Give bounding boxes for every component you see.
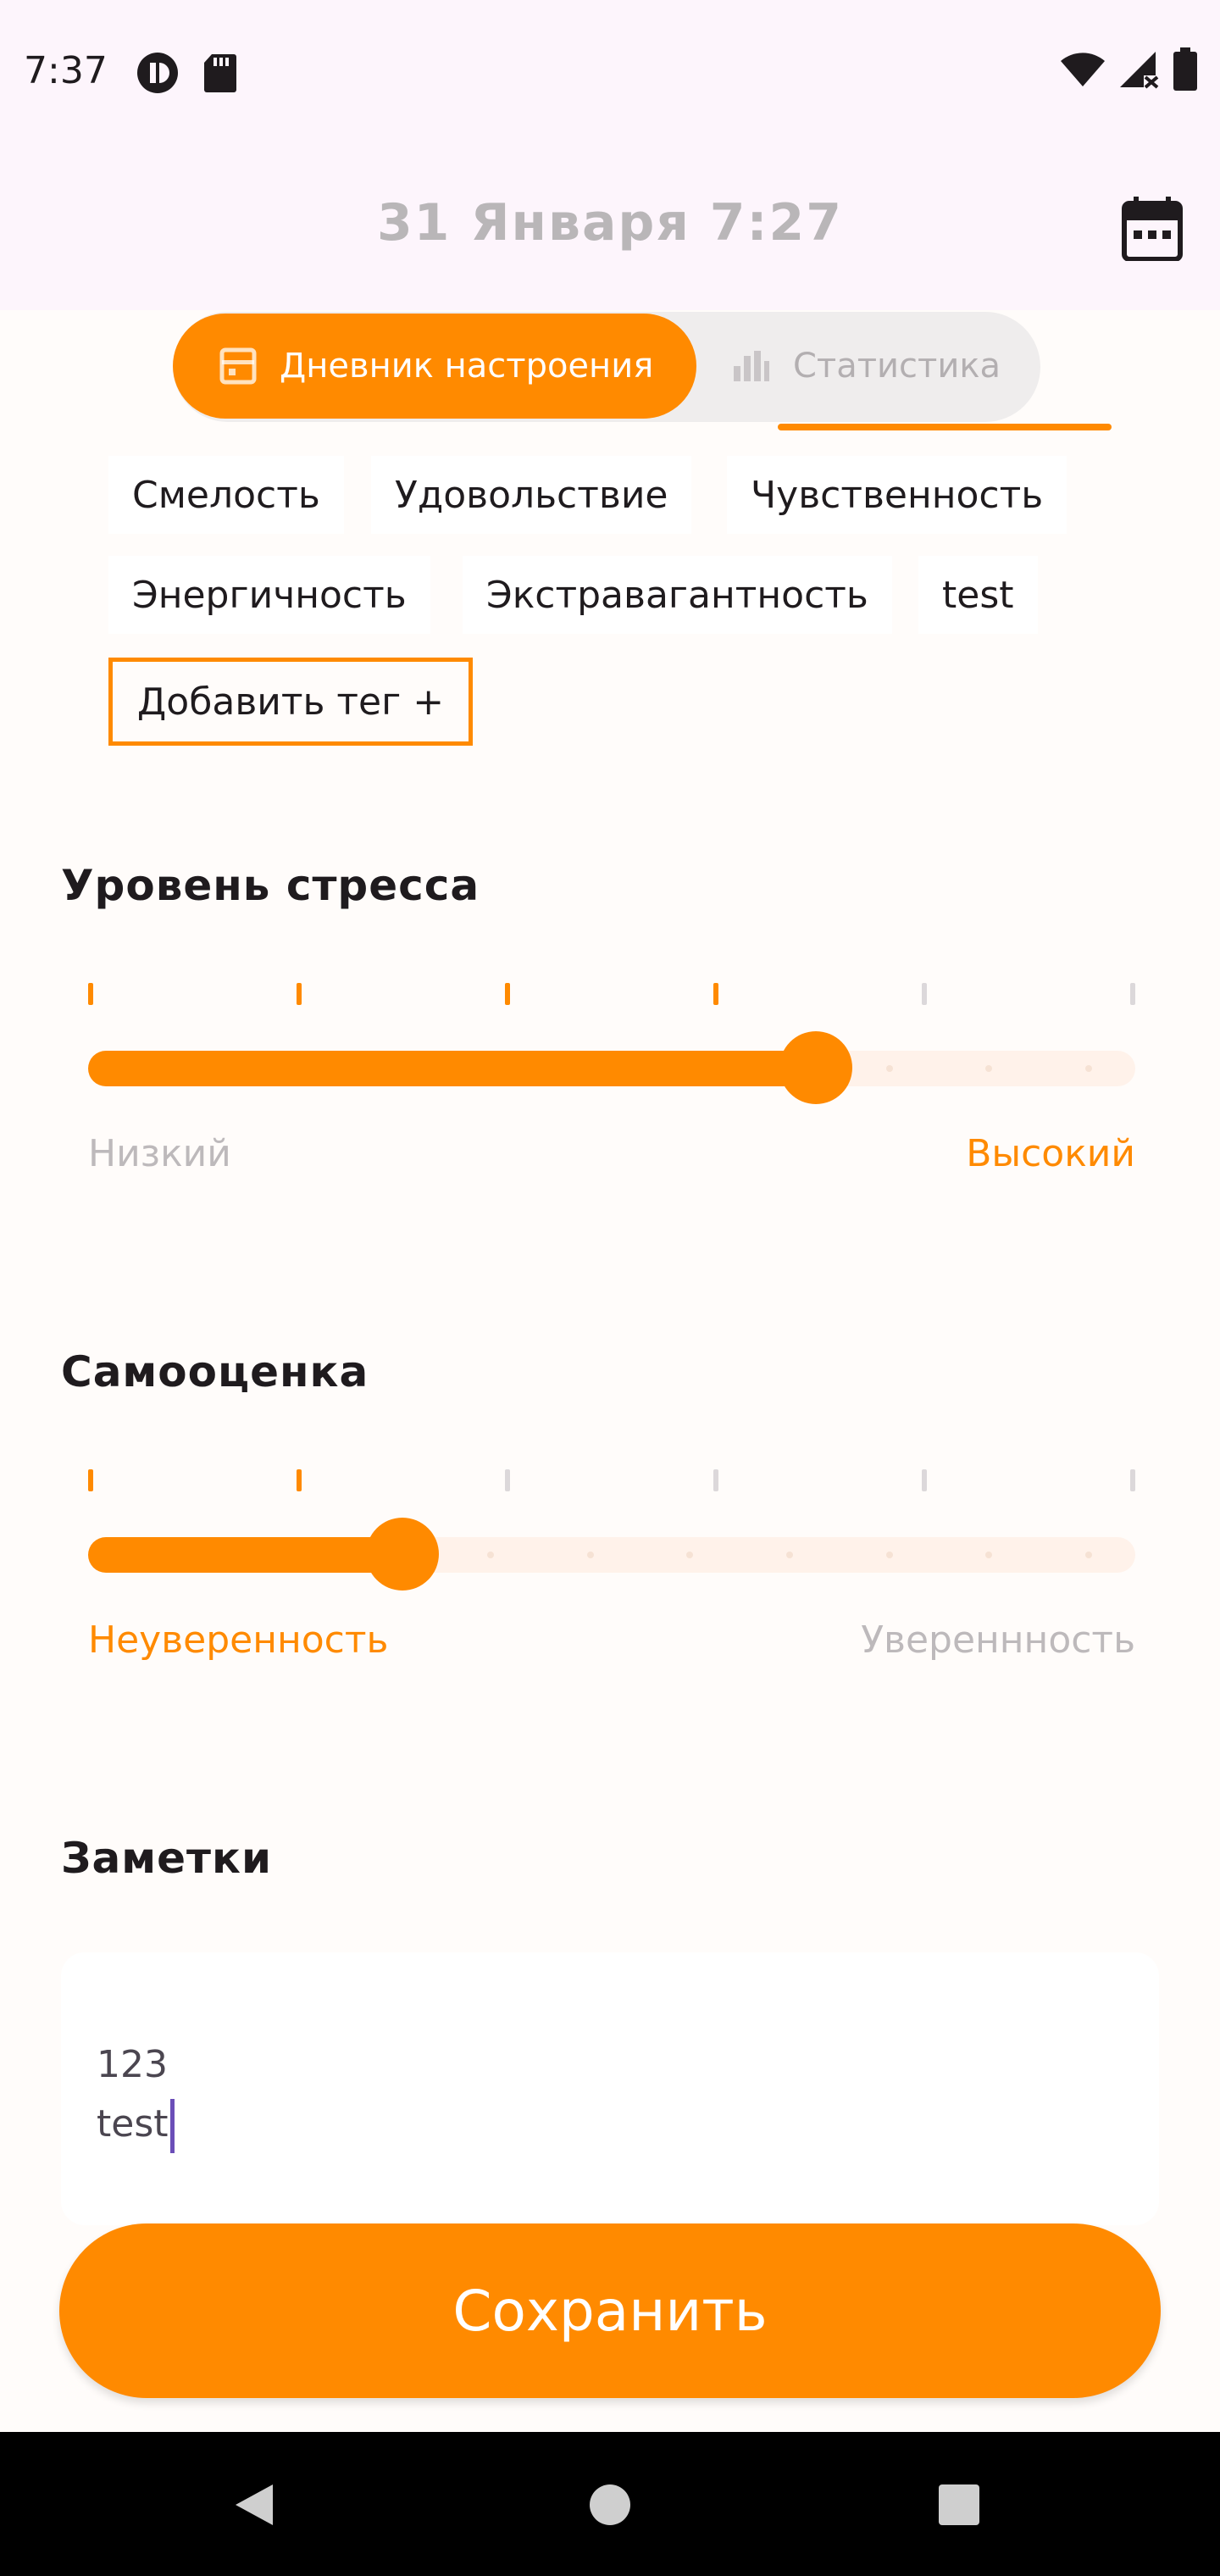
slider-tick bbox=[713, 1469, 718, 1491]
stress-high-label: Высокий bbox=[966, 1132, 1135, 1175]
self-esteem-high-label: Увереннность bbox=[861, 1618, 1135, 1662]
tag-label: Смелость bbox=[132, 473, 320, 517]
top-app-bar: 31 Января 7:27 bbox=[0, 144, 1220, 310]
self-esteem-slider[interactable] bbox=[88, 1469, 1135, 1591]
slider-tick bbox=[505, 983, 510, 1005]
notes-line-text: test bbox=[97, 2102, 169, 2146]
slider-step-dot bbox=[486, 1552, 494, 1558]
tab-indicator bbox=[778, 424, 1112, 430]
slider-tick bbox=[1130, 983, 1135, 1005]
sd-card-icon bbox=[204, 54, 236, 92]
slider-tick bbox=[88, 1469, 93, 1491]
tag-chip[interactable]: test bbox=[918, 556, 1038, 634]
tag-label: test bbox=[942, 573, 1014, 617]
tag-label: Энергичность bbox=[132, 573, 407, 617]
save-button[interactable]: Сохранить bbox=[59, 2223, 1161, 2398]
tag-chip[interactable]: Энергичность bbox=[108, 556, 430, 634]
recents-icon[interactable] bbox=[937, 2483, 981, 2527]
tab-mood-diary[interactable]: Дневник настроения bbox=[173, 314, 696, 419]
notes-line-last: test bbox=[97, 2095, 1159, 2154]
slider-fill bbox=[88, 1537, 402, 1573]
slider-tick bbox=[297, 983, 302, 1005]
slider-thumb[interactable] bbox=[365, 1518, 439, 1591]
slider-step-dot bbox=[885, 1552, 893, 1558]
text-cursor bbox=[169, 2099, 175, 2153]
home-icon[interactable] bbox=[588, 2483, 632, 2527]
bar-chart-icon bbox=[734, 351, 769, 381]
signal-off-icon bbox=[1120, 52, 1159, 89]
tab-statistics-label: Статистика bbox=[793, 347, 1001, 386]
tab-mood-diary-label: Дневник настроения bbox=[280, 347, 654, 386]
slider-tick bbox=[297, 1469, 302, 1491]
slider-step-dot bbox=[586, 1552, 594, 1558]
status-right-icons bbox=[1059, 47, 1198, 92]
pause-circle-icon bbox=[137, 53, 178, 93]
self-esteem-low-label: Неуверенность bbox=[88, 1618, 389, 1662]
status-bar: 7:37 bbox=[0, 0, 1220, 144]
tag-label: Чувственность bbox=[751, 473, 1044, 517]
status-left-icons bbox=[136, 51, 237, 95]
segmented-tabs: Дневник настроения Статистика bbox=[173, 312, 1040, 422]
navigation-bar bbox=[0, 2432, 1220, 2576]
stress-slider[interactable] bbox=[88, 983, 1135, 1104]
slider-step-dot bbox=[786, 1552, 793, 1558]
add-tag-button[interactable]: Добавить тег + bbox=[108, 658, 473, 746]
status-time: 7:37 bbox=[24, 49, 108, 92]
slider-thumb[interactable] bbox=[779, 1031, 853, 1104]
slider-step-dot bbox=[885, 1065, 893, 1072]
tag-label: Удовольствие bbox=[395, 473, 668, 517]
tag-chip[interactable]: Экстравагантность bbox=[463, 556, 892, 634]
slider-tick bbox=[1130, 1469, 1135, 1491]
tab-statistics[interactable]: Статистика bbox=[732, 314, 1001, 419]
slider-tick bbox=[88, 983, 93, 1005]
stress-low-label: Низкий bbox=[88, 1132, 231, 1175]
slider-tick bbox=[922, 983, 927, 1005]
wifi-icon bbox=[1061, 53, 1105, 86]
notes-line: 123 bbox=[97, 2043, 168, 2086]
tag-chip[interactable]: Смелость bbox=[108, 456, 344, 534]
self-esteem-title: Самооценка bbox=[61, 1347, 369, 1396]
tag-chip[interactable]: Чувственность bbox=[727, 456, 1068, 534]
slider-fill bbox=[88, 1051, 817, 1086]
battery-icon bbox=[1173, 47, 1197, 91]
slider-tick bbox=[505, 1469, 510, 1491]
calendar-icon[interactable] bbox=[1122, 197, 1183, 261]
notes-title: Заметки bbox=[61, 1834, 272, 1883]
page-title: 31 Января 7:27 bbox=[376, 193, 844, 253]
slider-tick bbox=[713, 983, 718, 1005]
back-icon[interactable] bbox=[230, 2481, 278, 2529]
stress-title: Уровень стресса bbox=[61, 861, 480, 910]
diary-icon bbox=[219, 347, 257, 385]
tag-label: Экстравагантность bbox=[486, 573, 868, 617]
slider-tick bbox=[922, 1469, 927, 1491]
notes-input[interactable]: 123 test bbox=[61, 1952, 1159, 2225]
tag-chip[interactable]: Удовольствие bbox=[371, 456, 692, 534]
